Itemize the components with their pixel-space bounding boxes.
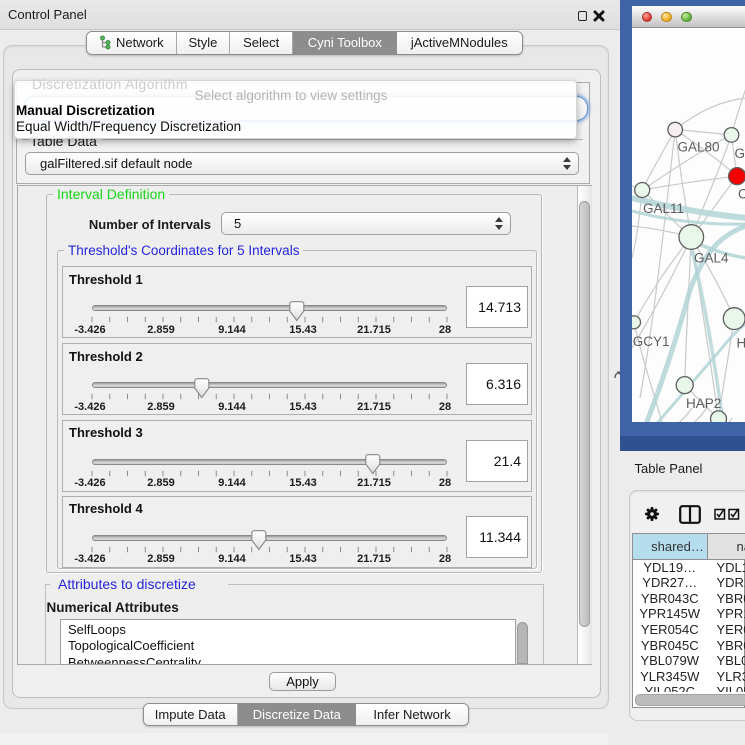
svg-text:HAP2: HAP2 (686, 396, 721, 411)
svg-text:GAL80: GAL80 (677, 140, 719, 155)
svg-text:GA: GA (734, 146, 745, 161)
svg-text:GAL4: GAL4 (694, 251, 729, 266)
svg-text:HA: HA (736, 336, 745, 351)
svg-text:GCY1: GCY1 (632, 334, 669, 349)
svg-text:GAL11: GAL11 (643, 201, 684, 216)
svg-text:C: C (738, 187, 745, 202)
